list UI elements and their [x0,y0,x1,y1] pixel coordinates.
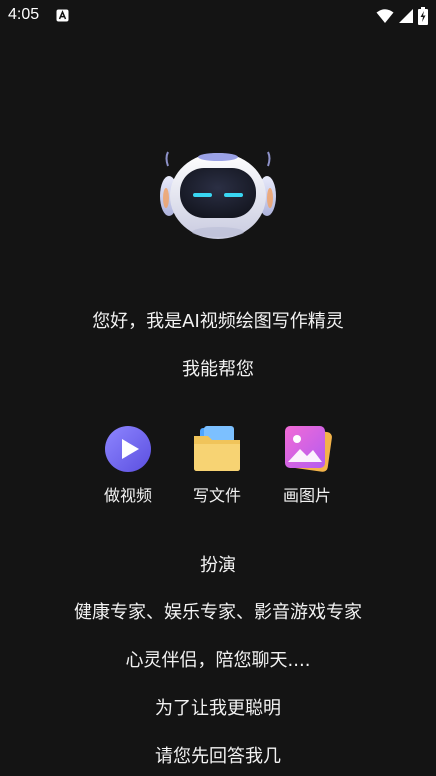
subgreeting-text: 我能帮您 [182,359,254,380]
roleplay-text: 扮演 [200,555,236,576]
status-icons [376,6,428,26]
draw-picture-button[interactable]: 画图片 [272,422,342,506]
status-bar: 4:05 [0,0,436,32]
soulmate-text: 心灵伴侣，陪您聊天.... [125,650,311,671]
make-video-label: 做视频 [103,486,152,505]
signal-icon [399,9,413,23]
make-video-button[interactable]: 做视频 [93,422,163,506]
battery-charging-icon [418,7,428,25]
smarter-text: 为了让我更聪明 [155,698,281,719]
action-row: 做视频 写文件 画图片 [0,422,436,512]
draw-picture-label: 画图片 [282,486,331,505]
write-document-button[interactable]: 写文件 [182,422,252,506]
folder-document-icon [194,426,240,471]
experts-text: 健康专家、娱乐专家、影音游戏专家 [74,602,362,623]
app-notification-icon [56,9,69,22]
play-video-icon [105,426,151,472]
wifi-icon [376,9,394,23]
write-document-label: 写文件 [192,486,241,505]
robot-mascot-icon [160,151,276,239]
picture-gallery-icon [285,426,332,472]
answer-prompt-text: 请您先回答我几 [155,746,281,767]
greeting-text: 您好，我是AI视频绘图写作精灵 [92,311,344,332]
status-time: 4:05 [8,6,40,23]
